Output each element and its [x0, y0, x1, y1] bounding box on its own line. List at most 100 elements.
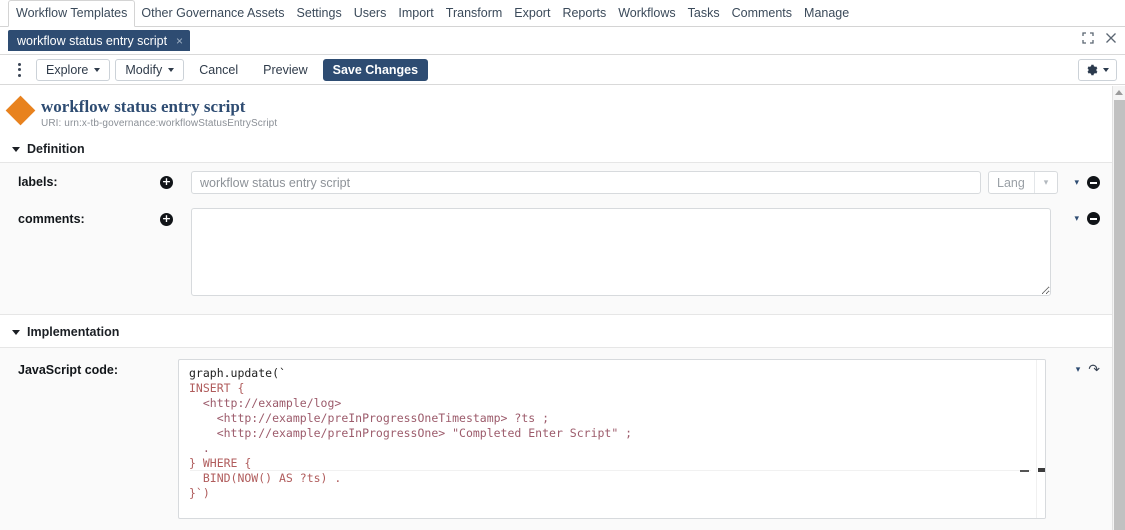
nav-tab-workflows[interactable]: Workflows — [612, 1, 681, 26]
nav-tab-users[interactable]: Users — [348, 1, 393, 26]
explore-button-label: Explore — [46, 63, 88, 77]
nav-tab-reports[interactable]: Reports — [556, 1, 612, 26]
code-line: INSERT { — [189, 381, 244, 395]
nav-tab-label: Reports — [562, 6, 606, 20]
chevron-down-icon: ▾ — [1035, 177, 1057, 188]
comments-row-controls: ▾ — [1074, 212, 1100, 225]
implementation-panel: JavaScript code: graph.update(` INSERT {… — [0, 347, 1112, 530]
nav-tab-label: Transform — [446, 6, 503, 20]
explore-button[interactable]: Explore — [36, 59, 110, 81]
field-row-comments: comments: + ▾ — [0, 194, 1112, 296]
undo-icon[interactable]: ↷ — [1088, 363, 1100, 375]
section-header-implementation[interactable]: Implementation — [0, 315, 1112, 347]
settings-menu-button[interactable] — [1078, 59, 1117, 81]
cancel-button[interactable]: Cancel — [189, 59, 248, 81]
code-line: } WHERE { — [189, 456, 251, 470]
chevron-down-icon — [94, 68, 100, 72]
nav-tab-transform[interactable]: Transform — [440, 1, 509, 26]
document-tab-workflow-status-entry-script[interactable]: workflow status entry script × — [8, 30, 190, 51]
code-line: <http://example/preInProgressOneTimestam… — [189, 411, 549, 425]
section-header-definition[interactable]: Definition — [0, 136, 1112, 162]
field-row-javascript-code: JavaScript code: graph.update(` INSERT {… — [0, 348, 1112, 519]
triangle-down-icon — [12, 147, 20, 152]
page-vertical-scrollbar[interactable] — [1112, 86, 1125, 530]
nav-tab-settings[interactable]: Settings — [291, 1, 348, 26]
code-line: <http://example/preInProgressOne> "Compl… — [189, 426, 632, 440]
section-title-label: Implementation — [27, 325, 119, 339]
nav-tab-label: Tasks — [688, 6, 720, 20]
nav-tab-label: Comments — [732, 6, 792, 20]
document-uri: URI: urn:x-tb-governance:workflowStatusE… — [41, 118, 277, 129]
add-circle-icon[interactable]: + — [160, 213, 173, 226]
code-line: BIND(NOW() AS ?ts) . — [189, 471, 341, 485]
scrollbar-thumb[interactable] — [1114, 100, 1125, 530]
labels-lang-select[interactable]: Lang ▾ — [988, 171, 1058, 194]
nav-tab-comments[interactable]: Comments — [726, 1, 798, 26]
field-label-comments: comments: — [0, 208, 160, 230]
code-fold-marker[interactable] — [1020, 470, 1029, 472]
chevron-down-icon — [168, 68, 174, 72]
nav-tab-label: Import — [398, 6, 433, 20]
modify-button-label: Modify — [125, 63, 162, 77]
code-divider — [190, 470, 1031, 471]
code-line: graph.update(` — [189, 366, 286, 380]
nav-tab-label: Users — [354, 6, 387, 20]
nav-tab-label: Other Governance Assets — [141, 6, 284, 20]
code-line: . — [189, 441, 210, 455]
nav-tab-label: Workflow Templates — [16, 6, 127, 20]
chevron-down-icon[interactable]: ▾ — [1076, 365, 1081, 374]
remove-circle-icon[interactable] — [1087, 212, 1100, 225]
gear-icon — [1086, 64, 1098, 76]
scroll-up-arrow-icon[interactable] — [1115, 90, 1123, 95]
nav-tab-label: Workflows — [618, 6, 675, 20]
javascript-code-editor[interactable]: graph.update(` INSERT { <http://example/… — [178, 359, 1046, 519]
triangle-down-icon — [12, 330, 20, 335]
modify-button[interactable]: Modify — [115, 59, 184, 81]
javascript-code-row-controls: ▾ ↷ — [1076, 363, 1100, 375]
kebab-menu-icon[interactable] — [8, 59, 30, 81]
field-label-labels: labels: — [0, 171, 160, 193]
document-header: workflow status entry script URI: urn:x-… — [0, 86, 1112, 136]
cancel-button-label: Cancel — [199, 63, 238, 77]
nav-tab-workflow-templates[interactable]: Workflow Templates — [8, 0, 135, 27]
add-circle-icon[interactable]: + — [160, 176, 173, 189]
scrollbar-thumb[interactable] — [1038, 468, 1045, 472]
field-row-labels: labels: + Lang ▾ ▾ — [0, 163, 1112, 194]
document-tab-bar: workflow status entry script × — [0, 27, 1125, 55]
orange-diamond-icon — [6, 96, 36, 126]
nav-tab-manage[interactable]: Manage — [798, 1, 855, 26]
expand-icon[interactable] — [1082, 31, 1094, 49]
nav-tab-label: Export — [514, 6, 550, 20]
lang-select-value: Lang — [989, 176, 1034, 190]
document-content-area: workflow status entry script URI: urn:x-… — [0, 86, 1112, 530]
save-changes-button[interactable]: Save Changes — [323, 59, 428, 81]
preview-button-label: Preview — [263, 63, 307, 77]
labels-input[interactable] — [191, 171, 981, 194]
code-content: graph.update(` INSERT { <http://example/… — [179, 360, 1045, 501]
remove-circle-icon[interactable] — [1087, 176, 1100, 189]
labels-row-controls: ▾ — [1074, 176, 1100, 189]
section-title-label: Definition — [27, 142, 85, 156]
page-title: workflow status entry script — [41, 96, 277, 117]
nav-tab-export[interactable]: Export — [508, 1, 556, 26]
field-label-javascript-code: JavaScript code: — [0, 359, 160, 381]
comments-textarea[interactable] — [191, 208, 1051, 296]
code-vertical-scrollbar[interactable] — [1036, 360, 1045, 518]
nav-tab-other-governance-assets[interactable]: Other Governance Assets — [135, 1, 290, 26]
close-icon[interactable] — [1105, 31, 1117, 49]
code-line: }`) — [189, 486, 210, 500]
close-tab-icon[interactable]: × — [176, 35, 183, 47]
preview-button[interactable]: Preview — [253, 59, 317, 81]
code-line: <http://example/log> — [189, 396, 341, 410]
nav-tab-label: Settings — [297, 6, 342, 20]
nav-tab-import[interactable]: Import — [392, 1, 439, 26]
save-changes-button-label: Save Changes — [333, 63, 418, 77]
chevron-down-icon[interactable]: ▾ — [1074, 178, 1079, 187]
editor-toolbar: Explore Modify Cancel Preview Save Chang… — [0, 55, 1125, 85]
main-navigation-tabs: Workflow Templates Other Governance Asse… — [0, 0, 1125, 27]
window-controls — [1082, 31, 1117, 49]
nav-tab-label: Manage — [804, 6, 849, 20]
document-tab-label: workflow status entry script — [17, 34, 167, 48]
nav-tab-tasks[interactable]: Tasks — [682, 1, 726, 26]
chevron-down-icon[interactable]: ▾ — [1074, 214, 1079, 223]
